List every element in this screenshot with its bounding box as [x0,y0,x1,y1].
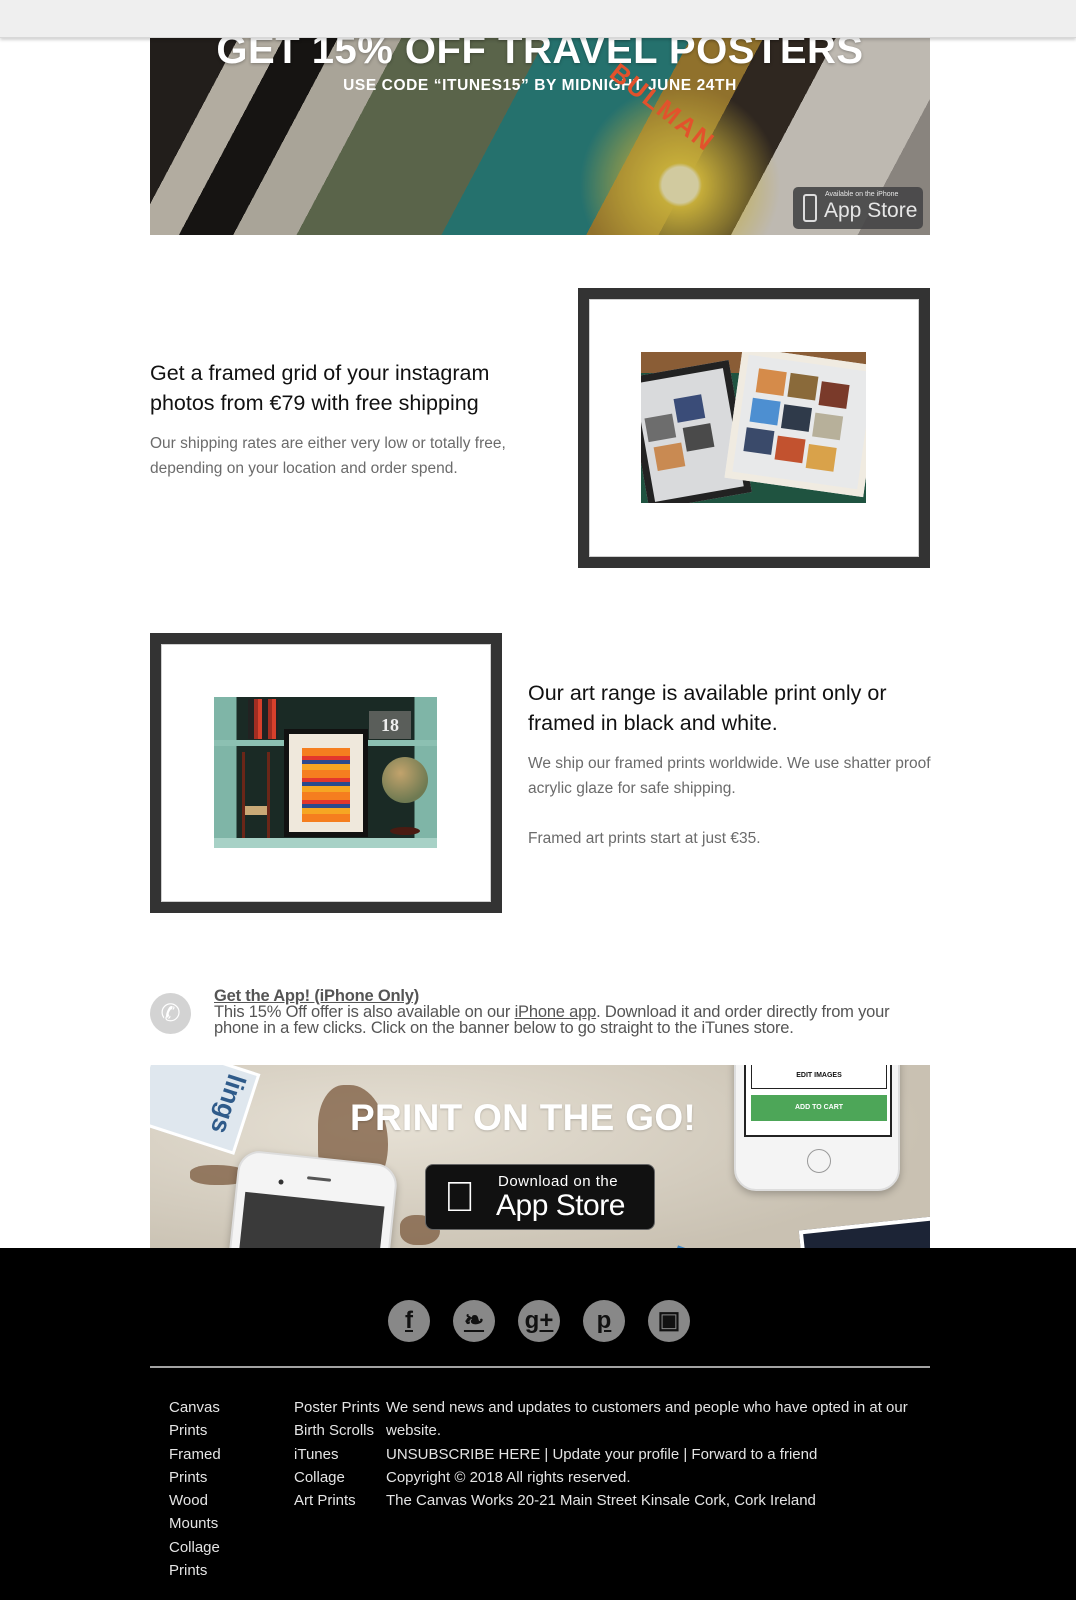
separator: | [679,1445,692,1463]
art-framed-image[interactable]: 18 [150,633,502,913]
instagram-frames-photo [641,352,866,503]
link-text: Canvas [169,1399,220,1416]
globe [382,757,428,803]
forward-friend-link[interactable]: Forward to a friend [691,1446,817,1463]
art-section-text: Our art range is available print only or… [528,678,933,851]
twitter-icon[interactable]: ❧ [453,1300,495,1342]
instagram-heading: Get a framed grid of your instagram phot… [150,361,490,415]
magazine: lings [150,1065,261,1155]
footer-link-wood-mounts[interactable]: Wood Mounts [169,1489,279,1536]
link-text: Prints [169,1468,208,1486]
phone-icon: ✆ [150,993,191,1034]
instagram-icon[interactable]: ▣ [648,1300,690,1342]
footer-notice: We send news and updates to customers an… [386,1399,908,1440]
footer-link-collage[interactable]: Collage [294,1466,390,1489]
link-text: Wood [169,1492,208,1510]
banner-title: PRINT ON THE GO! [350,1097,697,1138]
footer-actions: UNSUBSCRIBE HERE | Update your profile |… [386,1443,916,1466]
footer-link-poster-prints[interactable]: Poster Prints [294,1396,390,1419]
print-on-the-go-banner[interactable]: lings PRINT ON THE GO! EDIT IMAGES ADD T… [150,1065,930,1273]
hero-subtitle: USE CODE “ITUNES15” BY MIDNIGHT JUNE 24T… [343,77,737,94]
instagram-framed-image[interactable] [578,288,930,568]
social-links: f ❧ g+ p ▣ [388,1300,690,1342]
badge-caption: Download on the [498,1173,619,1190]
edit-images-button: EDIT IMAGES [751,1065,887,1089]
apple-icon:  [444,1173,476,1221]
hourglass [242,752,270,842]
copyright-text: Copyright © 2018 All rights reserved. [386,1468,631,1486]
shelf-bottom [214,838,437,848]
footer-link-canvas-prints[interactable]: Canvas Prints [169,1396,279,1443]
footer-links-col1: Canvas Prints Framed Prints Wood Mounts Col… [169,1396,279,1582]
instagram-section-text: Get a framed grid of your instagram phot… [150,358,550,481]
footer-link-birth-scrolls[interactable]: Birth Scrolls [294,1419,390,1442]
link-text: Collage [169,1538,220,1556]
art-body: We ship our framed prints worldwide. We … [528,755,931,797]
badge-caption: Available on the iPhone [825,191,899,198]
app-store-badge[interactable]: Available on the iPhone App Store [793,187,923,229]
google-plus-icon[interactable]: g+ [518,1300,560,1342]
footer-divider [150,1366,930,1368]
footer-link-art-prints[interactable]: Art Prints [294,1489,390,1512]
unsubscribe-link[interactable]: UNSUBSCRIBE HERE [386,1446,540,1463]
home-button [807,1149,831,1173]
app-text: Get the App! (iPhone Only) This 15% Off … [214,988,914,1037]
link-text: Mounts [169,1515,219,1533]
white-frame [724,352,866,498]
art-price-text: Framed art prints start at just €35. [528,830,761,847]
magazine-text: lings [204,1070,253,1138]
footer-link-framed-prints[interactable]: Framed Prints [169,1443,279,1490]
update-profile-link[interactable]: Update your profile [552,1446,679,1463]
calendar-block: 18 [369,711,411,739]
separator: | [540,1445,553,1463]
footer-link-collage-prints[interactable]: Collage Prints [169,1536,279,1583]
iphone-icon [803,194,817,222]
footer-links-col2: Poster Prints Birth Scrolls iTunes Colla… [294,1396,390,1512]
art-shelf-photo: 18 [214,697,437,848]
address-text: The Canvas Works 20-21 Main Street Kinsa… [386,1492,816,1510]
badge-label: App Store [496,1189,625,1222]
footer-link-itunes[interactable]: iTunes [294,1443,390,1466]
globe-stand [390,827,420,835]
art-heading: Our art range is available print only or… [528,681,887,735]
download-app-store-button[interactable]:  Download on the App Store [425,1164,655,1230]
link-text: Prints [169,1422,208,1440]
link-text: Framed [169,1445,221,1463]
link-text: Prints [169,1562,208,1580]
instagram-body: Our shipping rates are either very low o… [150,435,506,477]
add-to-cart-button: ADD TO CART [751,1095,887,1121]
books [248,699,278,739]
framed-poster [284,729,368,837]
pinterest-icon[interactable]: p [583,1300,625,1342]
sticky-header-bar [0,0,1076,38]
badge-label: App Store [824,199,918,222]
footer-info: We send news and updates to customers an… [386,1396,916,1512]
facebook-icon[interactable]: f [388,1300,430,1342]
phone-mockup-right: EDIT IMAGES ADD TO CART [734,1065,900,1191]
